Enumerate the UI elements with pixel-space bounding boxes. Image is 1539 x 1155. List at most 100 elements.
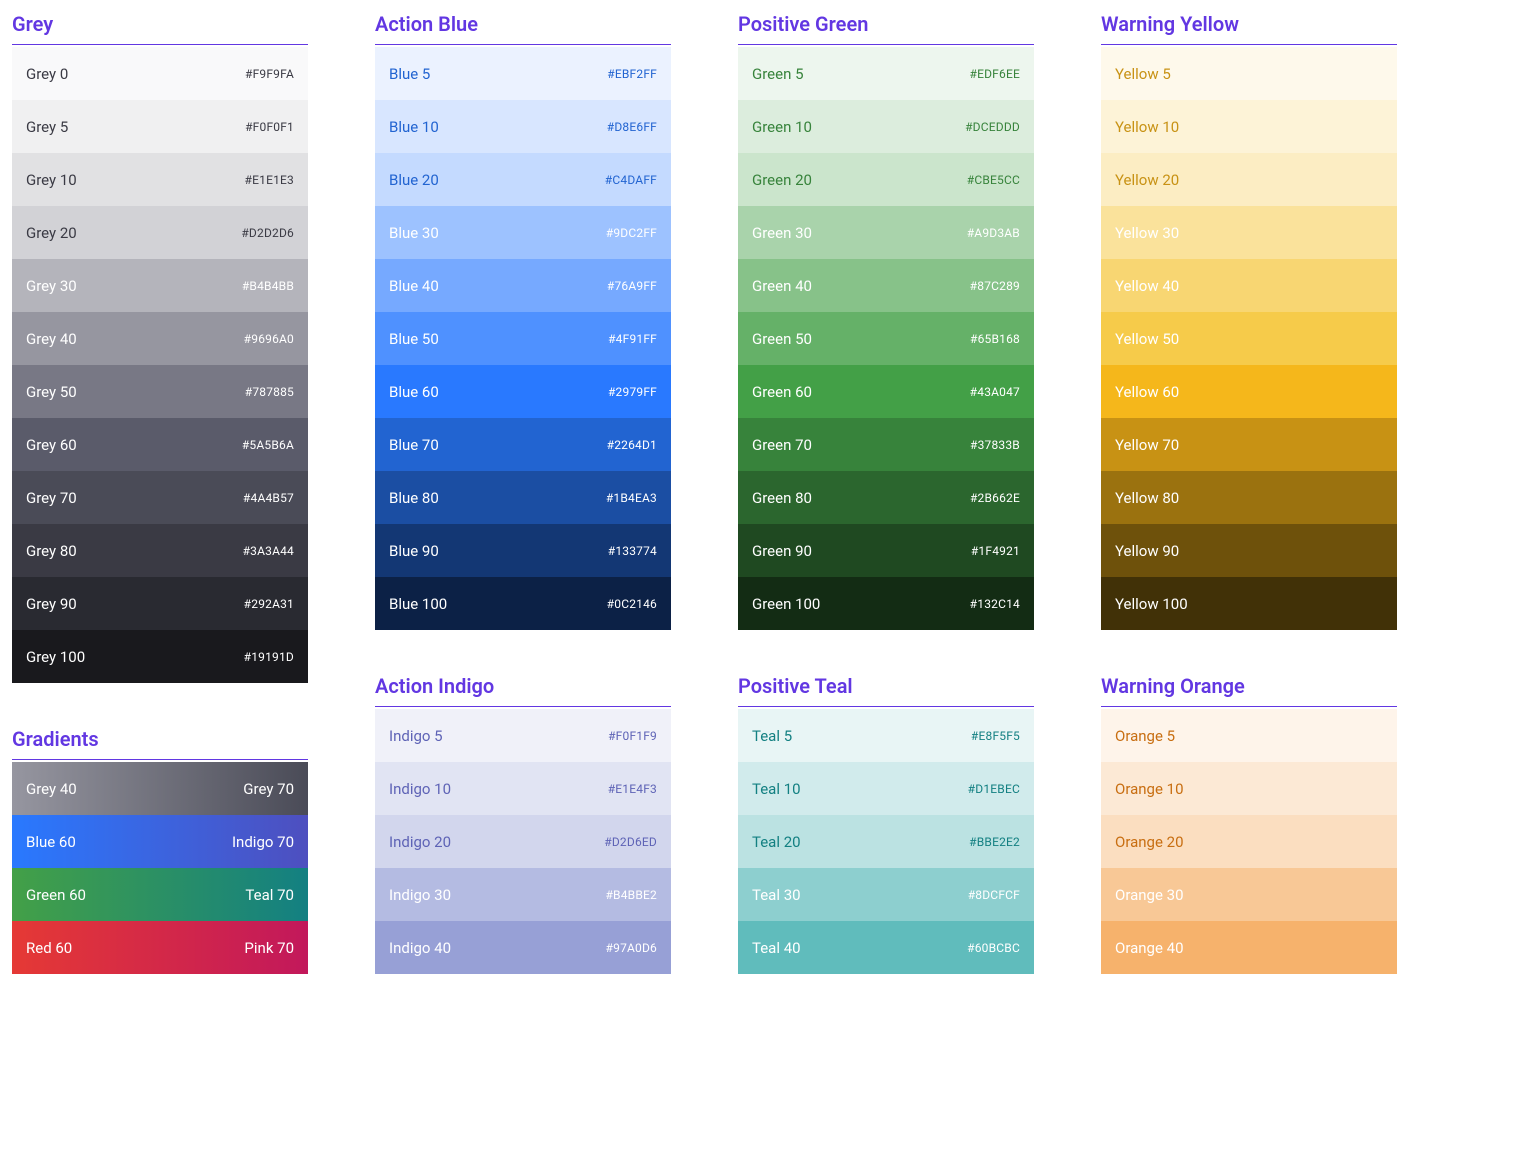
color-swatch[interactable]: Green 70#37833B bbox=[738, 418, 1034, 471]
color-swatch[interactable]: Blue 100#0C2146 bbox=[375, 577, 671, 630]
swatch-hex: #1B4EA3 bbox=[606, 491, 657, 505]
swatch-label: Grey 100 bbox=[26, 648, 85, 666]
color-swatch[interactable]: Green 10#DCEDDD bbox=[738, 100, 1034, 153]
color-swatch[interactable]: Yellow 60 bbox=[1101, 365, 1397, 418]
color-swatch[interactable]: Green 80#2B662E bbox=[738, 471, 1034, 524]
palette-section: Warning OrangeOrange 5Orange 10Orange 20… bbox=[1101, 674, 1397, 974]
swatch-label: Blue 40 bbox=[389, 277, 439, 295]
swatch-label: Yellow 100 bbox=[1115, 595, 1188, 613]
swatch-hex: #19191D bbox=[244, 650, 294, 664]
color-swatch[interactable]: Orange 5 bbox=[1101, 709, 1397, 762]
swatch-label: Grey 80 bbox=[26, 542, 77, 560]
swatch-label: Yellow 90 bbox=[1115, 542, 1179, 560]
gradient-swatch[interactable]: Blue 60Indigo 70 bbox=[12, 815, 308, 868]
swatch-label: Green 5 bbox=[752, 65, 804, 83]
color-swatch[interactable]: Blue 5#EBF2FF bbox=[375, 47, 671, 100]
color-swatch[interactable]: Green 20#CBE5CC bbox=[738, 153, 1034, 206]
color-swatch[interactable]: Blue 40#76A9FF bbox=[375, 259, 671, 312]
color-swatch[interactable]: Teal 40#60BCBC bbox=[738, 921, 1034, 974]
swatch-hex: #2979FF bbox=[608, 385, 657, 399]
color-swatch[interactable]: Yellow 50 bbox=[1101, 312, 1397, 365]
swatch-label: Yellow 20 bbox=[1115, 171, 1179, 189]
color-swatch[interactable]: Grey 60#5A5B6A bbox=[12, 418, 308, 471]
color-swatch[interactable]: Indigo 40#97A0D6 bbox=[375, 921, 671, 974]
swatch-label: Grey 40 bbox=[26, 330, 77, 348]
color-swatch[interactable]: Grey 5#F0F0F1 bbox=[12, 100, 308, 153]
gradient-swatch[interactable]: Green 60Teal 70 bbox=[12, 868, 308, 921]
color-swatch[interactable]: Blue 70#2264D1 bbox=[375, 418, 671, 471]
color-swatch[interactable]: Grey 80 #3A3A44 bbox=[12, 524, 308, 577]
swatch-label: Blue 70 bbox=[389, 436, 439, 454]
color-swatch[interactable]: Grey 100 #19191D bbox=[12, 630, 308, 683]
color-swatch[interactable]: Yellow 20 bbox=[1101, 153, 1397, 206]
color-swatch[interactable]: Orange 20 bbox=[1101, 815, 1397, 868]
swatch-label: Yellow 40 bbox=[1115, 277, 1179, 295]
color-swatch[interactable]: Teal 5#E8F5F5 bbox=[738, 709, 1034, 762]
color-swatch[interactable]: Green 90#1F4921 bbox=[738, 524, 1034, 577]
swatch-label: Green 50 bbox=[752, 330, 812, 348]
color-swatch[interactable]: Orange 40 bbox=[1101, 921, 1397, 974]
swatch-label: Blue 60 bbox=[389, 383, 439, 401]
palette-section: Warning YellowYellow 5Yellow 10Yellow 20… bbox=[1101, 12, 1397, 630]
color-swatch[interactable]: Grey 70#4A4B57 bbox=[12, 471, 308, 524]
color-swatch[interactable]: Yellow 80 bbox=[1101, 471, 1397, 524]
swatch-label: Grey 50 bbox=[26, 383, 77, 401]
color-swatch[interactable]: Teal 30#8DCFCF bbox=[738, 868, 1034, 921]
color-swatch[interactable]: Orange 10 bbox=[1101, 762, 1397, 815]
color-swatch[interactable]: Grey 40 #9696A0 bbox=[12, 312, 308, 365]
color-swatch[interactable]: Yellow 100 bbox=[1101, 577, 1397, 630]
color-swatch[interactable]: Blue 20#C4DAFF bbox=[375, 153, 671, 206]
color-swatch[interactable]: Indigo 5#F0F1F9 bbox=[375, 709, 671, 762]
color-swatch[interactable]: Grey 30#B4B4BB bbox=[12, 259, 308, 312]
color-swatch[interactable]: Blue 90#133774 bbox=[375, 524, 671, 577]
color-swatch[interactable]: Yellow 5 bbox=[1101, 47, 1397, 100]
color-swatch[interactable]: Indigo 10#E1E4F3 bbox=[375, 762, 671, 815]
color-swatch[interactable]: Indigo 30#B4BBE2 bbox=[375, 868, 671, 921]
color-swatch[interactable]: Grey 90#292A31 bbox=[12, 577, 308, 630]
swatch-hex: #B4BBE2 bbox=[605, 888, 657, 902]
color-swatch[interactable]: Yellow 90 bbox=[1101, 524, 1397, 577]
swatch-label: Green 70 bbox=[752, 436, 812, 454]
gradient-swatch[interactable]: Red 60Pink 70 bbox=[12, 921, 308, 974]
color-swatch[interactable]: Yellow 10 bbox=[1101, 100, 1397, 153]
color-swatch[interactable]: Teal 10 #D1EBEC bbox=[738, 762, 1034, 815]
swatch-label: Green 60 bbox=[752, 383, 812, 401]
color-swatch[interactable]: Yellow 70 bbox=[1101, 418, 1397, 471]
swatch-hex: #9DC2FF bbox=[606, 226, 657, 240]
color-swatch[interactable]: Grey 0#F9F9FA bbox=[12, 47, 308, 100]
swatch-hex: #D1EBEC bbox=[968, 782, 1020, 796]
palette-column: Positive GreenGreen 5#EDF6EEGreen 10#DCE… bbox=[738, 12, 1034, 974]
palette-title: Positive Teal bbox=[738, 674, 1034, 707]
color-swatch[interactable]: Blue 80#1B4EA3 bbox=[375, 471, 671, 524]
color-swatch[interactable]: Blue 50#4F91FF bbox=[375, 312, 671, 365]
swatch-hex: #132C14 bbox=[970, 597, 1020, 611]
color-swatch[interactable]: Grey 10#E1E1E3 bbox=[12, 153, 308, 206]
swatch-list: Orange 5Orange 10Orange 20Orange 30Orang… bbox=[1101, 709, 1397, 974]
swatch-label: Yellow 5 bbox=[1115, 65, 1171, 83]
color-swatch[interactable]: Grey 20#D2D2D6 bbox=[12, 206, 308, 259]
color-swatch[interactable]: Green 60#43A047 bbox=[738, 365, 1034, 418]
gradient-swatch[interactable]: Grey 40Grey 70 bbox=[12, 762, 308, 815]
swatch-label: Yellow 80 bbox=[1115, 489, 1179, 507]
color-swatch[interactable]: Orange 30 bbox=[1101, 868, 1397, 921]
color-swatch[interactable]: Green 40#87C289 bbox=[738, 259, 1034, 312]
color-swatch[interactable]: Green 5#EDF6EE bbox=[738, 47, 1034, 100]
color-swatch[interactable]: Green 100#132C14 bbox=[738, 577, 1034, 630]
color-swatch[interactable]: Grey 50#787885 bbox=[12, 365, 308, 418]
swatch-label: Teal 10 bbox=[752, 780, 801, 798]
swatch-label: Green 40 bbox=[752, 277, 812, 295]
swatch-label: Blue 10 bbox=[389, 118, 439, 136]
swatch-hex: #DCEDDD bbox=[965, 120, 1020, 134]
color-swatch[interactable]: Blue 10#D8E6FF bbox=[375, 100, 671, 153]
swatch-hex: #3A3A44 bbox=[243, 544, 294, 558]
color-swatch[interactable]: Yellow 40 bbox=[1101, 259, 1397, 312]
swatch-hex: #9696A0 bbox=[244, 332, 294, 346]
color-swatch[interactable]: Teal 20#BBE2E2 bbox=[738, 815, 1034, 868]
color-swatch[interactable]: Green 50#65B168 bbox=[738, 312, 1034, 365]
color-swatch[interactable]: Green 30#A9D3AB bbox=[738, 206, 1034, 259]
color-swatch[interactable]: Yellow 30 bbox=[1101, 206, 1397, 259]
swatch-label: Blue 20 bbox=[389, 171, 439, 189]
color-swatch[interactable]: Indigo 20#D2D6ED bbox=[375, 815, 671, 868]
color-swatch[interactable]: Blue 30#9DC2FF bbox=[375, 206, 671, 259]
color-swatch[interactable]: Blue 60 #2979FF bbox=[375, 365, 671, 418]
